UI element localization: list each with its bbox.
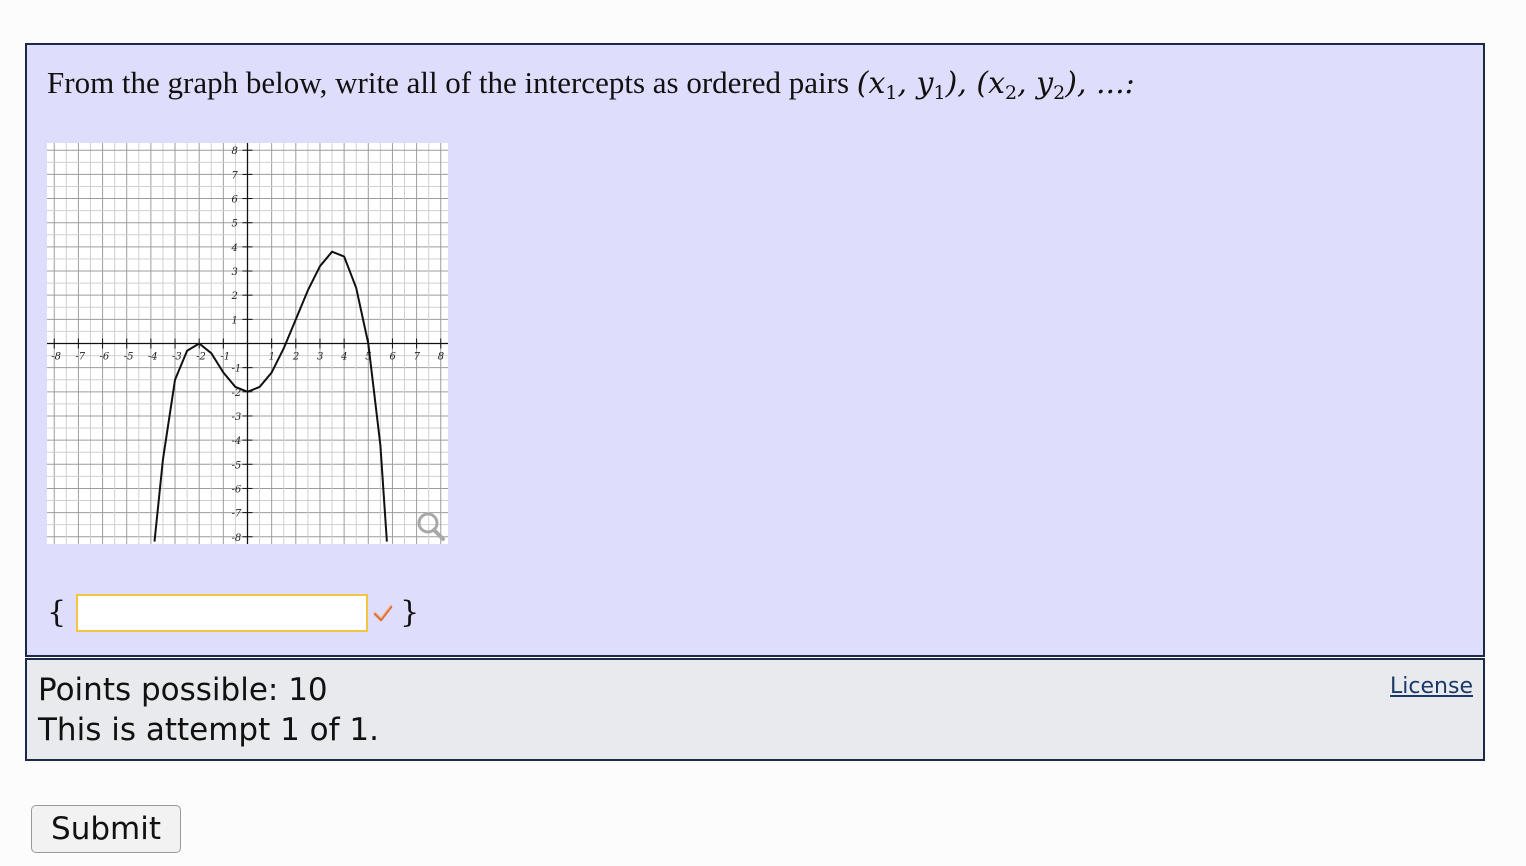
x-tick-label: 1 bbox=[269, 352, 275, 363]
y-tick-label: -1 bbox=[232, 364, 242, 375]
function-graph[interactable]: -8 -7 -6 -5 -4 -3 -2 -1 1 2 3 4 5 6 7 8 8 7 6 5 4 3 2 1 -1 -2 -3 -4… bbox=[47, 143, 448, 544]
points-possible: Points possible: 10 bbox=[38, 672, 328, 708]
x-tick-label: -2 bbox=[196, 352, 206, 363]
y-tick-label: -4 bbox=[232, 436, 242, 447]
math-subscript: 1 bbox=[885, 82, 898, 104]
graph-svg: -8 -7 -6 -5 -4 -3 -2 -1 1 2 3 4 5 6 7 887654321-1-2-3-4… bbox=[47, 143, 448, 544]
submit-button[interactable]: Submit bbox=[31, 805, 181, 853]
y-tick-label: -6 bbox=[232, 484, 242, 495]
x-tick-label: 4 bbox=[340, 352, 347, 363]
question-prompt: From the graph below, write all of the i… bbox=[47, 65, 1135, 104]
math-subscript: 2 bbox=[1005, 82, 1018, 104]
y-tick-label: -8 bbox=[232, 533, 242, 544]
license-link[interactable]: License bbox=[1390, 674, 1473, 699]
math-subscript: 1 bbox=[933, 82, 946, 104]
x-tick-label: -5 bbox=[124, 352, 134, 363]
y-tick-label: -3 bbox=[232, 412, 242, 423]
x-tick-label: 8 bbox=[438, 352, 444, 363]
x-tick-label: -3 bbox=[172, 352, 182, 363]
intercepts-answer-input[interactable] bbox=[76, 594, 369, 632]
x-tick-label: -1 bbox=[220, 352, 230, 363]
prompt-text: From the graph below, write all of the i… bbox=[47, 65, 850, 100]
math-part: ), ...: bbox=[1065, 66, 1135, 101]
math-subscript: 2 bbox=[1053, 82, 1066, 104]
y-tick-label: -5 bbox=[232, 460, 242, 471]
ordered-pairs-notation: (x1, y1), (x2, y2), ...: bbox=[856, 66, 1135, 104]
y-tick-label: 2 bbox=[231, 291, 238, 302]
x-tick-label: -8 bbox=[51, 352, 61, 363]
math-part: , y bbox=[897, 66, 934, 101]
check-icon bbox=[372, 602, 394, 624]
math-part: (x bbox=[856, 66, 886, 101]
answer-row: { } bbox=[47, 591, 419, 635]
x-tick-label: -6 bbox=[100, 352, 110, 363]
math-part: , y bbox=[1017, 66, 1054, 101]
x-tick-label: -4 bbox=[148, 352, 158, 363]
magnifier-icon[interactable] bbox=[417, 512, 445, 541]
y-tick-label: 8 bbox=[232, 146, 238, 157]
x-tick-label: 2 bbox=[292, 352, 299, 363]
y-tick-label: 3 bbox=[232, 267, 238, 278]
x-tick-label: 6 bbox=[389, 352, 396, 363]
x-tick-label: 7 bbox=[414, 352, 421, 363]
y-tick-label: 7 bbox=[232, 170, 239, 181]
y-tick-label: 4 bbox=[231, 243, 238, 254]
y-tick-label: 5 bbox=[232, 219, 238, 230]
y-tick-label: 6 bbox=[232, 195, 239, 206]
y-tick-label: 1 bbox=[232, 315, 238, 326]
x-tick-label: -7 bbox=[75, 352, 85, 363]
x-tick-label: 3 bbox=[317, 352, 323, 363]
attempt-count: This is attempt 1 of 1. bbox=[38, 712, 379, 748]
open-brace: { bbox=[47, 595, 67, 630]
y-tick-label: -7 bbox=[232, 509, 242, 520]
page: From the graph below, write all of the i… bbox=[0, 0, 1526, 866]
math-part: ), (x bbox=[945, 66, 1006, 101]
close-brace: } bbox=[400, 595, 420, 630]
question-panel: From the graph below, write all of the i… bbox=[25, 43, 1485, 657]
points-info-panel: Points possible: 10 This is attempt 1 of… bbox=[25, 658, 1485, 761]
